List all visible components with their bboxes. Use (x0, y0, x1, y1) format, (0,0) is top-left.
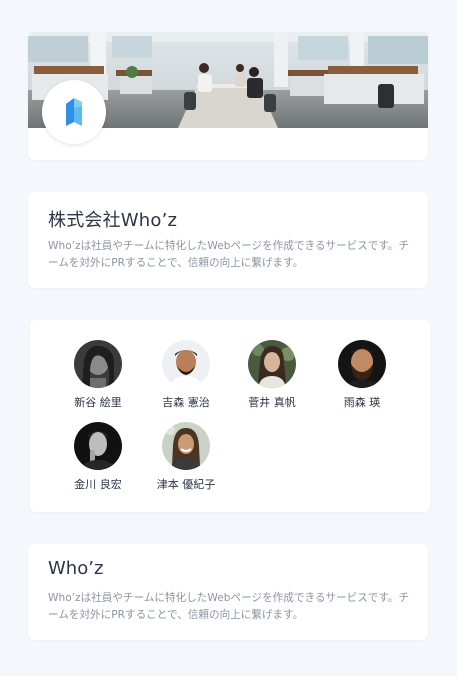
company-logo (42, 80, 106, 144)
member-avatar[interactable] (74, 340, 122, 388)
member-name: 新谷 絵里 (74, 396, 122, 409)
member-name: 金川 良宏 (74, 478, 122, 491)
member-avatar[interactable] (248, 340, 296, 388)
member-avatar[interactable] (74, 422, 122, 470)
member-item[interactable]: 津本 優紀子 (141, 422, 231, 492)
company-name: 株式会社Who’z (48, 210, 178, 231)
member-avatar[interactable] (338, 340, 386, 388)
about-title: Who’z (48, 558, 104, 579)
about-description: Who’zは社員やチームに特化したWebページを作成できるサービスです。チームを… (48, 592, 410, 621)
member-avatar[interactable] (162, 340, 210, 388)
hero-card (28, 32, 428, 160)
company-info-card: 株式会社Who’z Who’zは社員やチームに特化したWebページを作成できるサ… (28, 192, 428, 288)
member-item[interactable]: 菅井 真帆 (227, 340, 317, 410)
member-name: 津本 優紀子 (156, 478, 216, 491)
whoz-logo-icon (66, 98, 82, 126)
member-item[interactable]: 雨森 瑛 (317, 340, 407, 410)
member-avatar[interactable] (162, 422, 210, 470)
members-card: 新谷 絵里 吉森 憲治 菅井 真帆 雨森 瑛 金川 良宏 津本 優紀子 (30, 320, 430, 512)
member-item[interactable]: 金川 良宏 (53, 422, 143, 492)
member-item[interactable]: 新谷 絵里 (53, 340, 143, 410)
company-description: Who’zは社員やチームに特化したWebページを作成できるサービスです。チームを… (48, 240, 410, 269)
member-name: 雨森 瑛 (343, 396, 381, 409)
about-card: Who’z Who’zは社員やチームに特化したWebページを作成できるサービスで… (28, 544, 428, 640)
member-item[interactable]: 吉森 憲治 (141, 340, 231, 410)
member-name: 菅井 真帆 (248, 396, 296, 409)
member-name: 吉森 憲治 (162, 396, 210, 409)
